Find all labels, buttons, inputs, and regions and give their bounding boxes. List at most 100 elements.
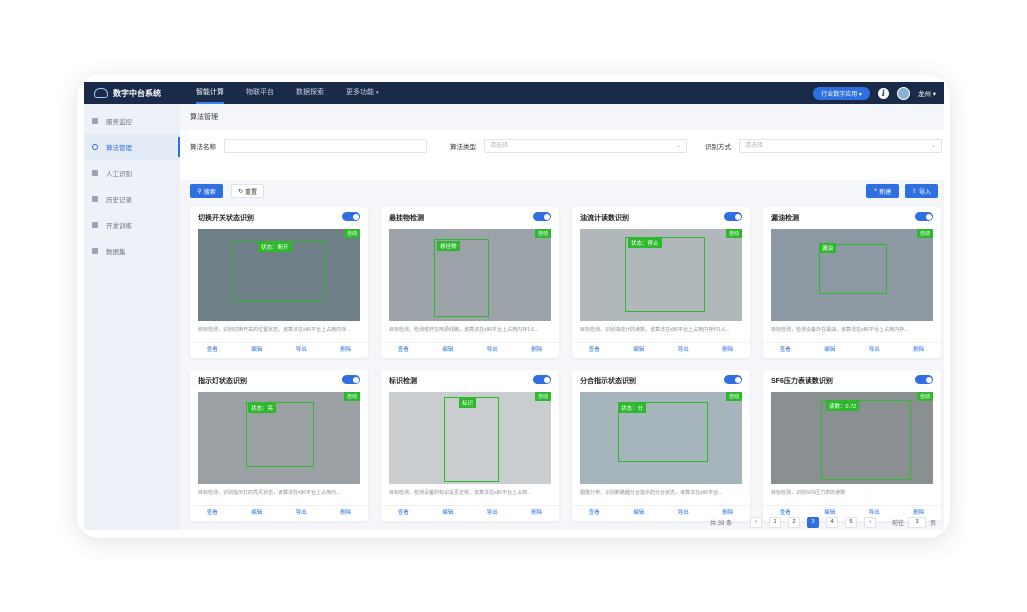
card-thumbnail[interactable]: 自动 标识 [389, 392, 551, 484]
pager-page-2[interactable]: 2 [788, 517, 800, 528]
enable-toggle[interactable] [724, 212, 742, 221]
algorithm-name-input[interactable] [224, 139, 427, 153]
export-button[interactable]: 导出 [661, 343, 706, 358]
sidebar-item-algorithm[interactable]: 算法管理 [84, 134, 180, 160]
card-description: 目标检测，检测塔杆在电源线路，该算法在x86平台上占用内存1.6... [389, 327, 539, 333]
reset-button[interactable]: ↻ 重置 [231, 184, 264, 198]
filter-panel: 算法名称 算法类型 请选择 ⌄ 识别方式 请选择 ⌄ [180, 130, 944, 180]
sidebar-item-training[interactable]: 开发训练 [84, 212, 180, 238]
detection-box [625, 237, 705, 312]
info-icon[interactable]: i [877, 87, 889, 99]
chevron-down-icon: ▾ [375, 90, 379, 96]
type-placeholder: 请选择 [490, 143, 509, 149]
pager-page-3[interactable]: 3 [807, 517, 819, 528]
chevron-down-icon: ⌄ [930, 143, 936, 149]
algorithm-type-select[interactable]: 请选择 ⌄ [484, 139, 687, 153]
enable-toggle[interactable] [342, 212, 360, 221]
delete-button[interactable]: 删除 [706, 343, 751, 358]
username[interactable]: 龙州 ▾ [918, 88, 936, 98]
delete-button[interactable]: 删除 [515, 343, 560, 358]
edit-button[interactable]: 编辑 [235, 343, 280, 358]
app-logo[interactable]: 数字中台系统 [84, 88, 196, 99]
breadcrumb: 算法管理 [190, 114, 218, 121]
nav-item-more[interactable]: 更多功能 ▾ [346, 82, 378, 104]
app-title: 数字中台系统 [113, 88, 161, 98]
search-icon: ⚲ [197, 188, 202, 195]
filter-type-row: 算法类型 请选择 ⌄ [450, 139, 687, 153]
sidebar-item-manual-recognition[interactable]: 人工识别 [84, 160, 180, 186]
card-thumbnail[interactable]: 自动 读数：0.72 [771, 392, 933, 484]
auto-badge: 自动 [534, 229, 551, 238]
card-thumbnail[interactable]: 自动 状态：分 [580, 392, 742, 484]
algorithm-card: 分合指示状态识别 自动 状态：分 图像分类，识别断路器分合指示的分合状态，该算法… [572, 370, 750, 521]
export-button[interactable]: 导出 [852, 343, 897, 358]
card-title: 标识检测 [389, 378, 417, 385]
username-label: 龙州 [917, 91, 931, 98]
top-nav-bar: 数字中台系统 智能计算 物联平台 数据探索 更多功能 ▾ 行业数字应用 ▾ i … [84, 82, 944, 104]
upload-icon: ⇧ [911, 188, 917, 195]
card-thumbnail[interactable]: 自动 状态：断开 [198, 229, 360, 321]
detection-box [444, 397, 499, 482]
card-title: 指示灯状态识别 [198, 378, 247, 385]
enable-toggle[interactable] [724, 375, 742, 384]
delete-button[interactable]: 删除 [324, 343, 369, 358]
avatar[interactable] [896, 86, 910, 100]
delete-button[interactable]: 删除 [897, 343, 942, 358]
nav-item-data-explore[interactable]: 数据探索 [296, 82, 324, 104]
plus-icon: + [873, 188, 878, 194]
industry-app-button[interactable]: 行业数字应用 ▾ [813, 86, 870, 100]
detection-label: 读数：0.72 [826, 401, 860, 411]
detection-label: 状态：亮 [248, 403, 277, 413]
algorithm-card: SF6压力表读数识别 自动 读数：0.72 目标检测，识别SF6压力表的读数 查… [763, 370, 941, 521]
enable-toggle[interactable] [915, 375, 933, 384]
algorithm-card: 悬挂物检测 自动 悬挂物 目标检测，检测塔杆在电源线路，该算法在x86平台上占用… [381, 207, 559, 358]
sidebar-item-label: 算法管理 [106, 145, 132, 152]
view-button[interactable]: 查看 [572, 343, 617, 358]
pager-goto-input[interactable]: 3 [908, 517, 926, 528]
sidebar-item-service-monitor[interactable]: 服务监控 [84, 108, 180, 134]
view-button[interactable]: 查看 [381, 343, 426, 358]
export-button[interactable]: 导出 [470, 343, 515, 358]
card-title: 悬挂物检测 [389, 215, 424, 222]
card-thumbnail[interactable]: 自动 状态：亮 [198, 392, 360, 484]
auto-badge: 自动 [343, 392, 360, 401]
view-button[interactable]: 查看 [190, 343, 235, 358]
enable-toggle[interactable] [342, 375, 360, 384]
card-thumbnail[interactable]: 自动 悬挂物 [389, 229, 551, 321]
auto-badge: 自动 [534, 392, 551, 401]
nav-item-smart-compute[interactable]: 智能计算 [196, 82, 224, 104]
sidebar-item-history[interactable]: 历史记录 [84, 186, 180, 212]
edit-button[interactable]: 编辑 [617, 343, 662, 358]
user-icon [92, 170, 98, 176]
nav-item-iot-platform[interactable]: 物联平台 [246, 82, 274, 104]
card-actions: 查看 编辑 导出 删除 [763, 342, 941, 358]
import-button[interactable]: ⇧ 导入 [905, 184, 938, 198]
home-icon [92, 118, 98, 124]
export-button[interactable]: 导出 [279, 343, 324, 358]
edit-button[interactable]: 编辑 [426, 343, 471, 358]
pager-page-5[interactable]: 5 [845, 517, 857, 528]
view-button[interactable]: 查看 [763, 343, 808, 358]
refresh-icon: ↻ [237, 188, 243, 195]
algorithm-card: 油流计读数识别 自动 状态：停止 目标检测，识别油流计的读数，该算法在x86平台… [572, 207, 750, 358]
enable-toggle[interactable] [533, 375, 551, 384]
new-button[interactable]: + 新建 [866, 184, 899, 198]
card-thumbnail[interactable]: 自动 漏油 [771, 229, 933, 321]
search-label: 搜索 [203, 189, 216, 196]
pager-page-suffix: 页 [930, 521, 937, 527]
card-thumbnail[interactable]: 自动 状态：停止 [580, 229, 742, 321]
pager-total: 共 39 条 [710, 521, 733, 527]
sidebar-item-dataset[interactable]: 数据集 [84, 238, 180, 264]
enable-toggle[interactable] [915, 212, 933, 221]
flag-icon [92, 222, 98, 228]
detection-label: 漏油 [819, 243, 837, 253]
search-button[interactable]: ⚲ 搜索 [190, 184, 223, 198]
pager-page-4[interactable]: 4 [826, 517, 838, 528]
recognition-mode-select[interactable]: 请选择 ⌄ [739, 139, 942, 153]
pager-next-button[interactable]: › [864, 517, 876, 528]
edit-button[interactable]: 编辑 [808, 343, 853, 358]
enable-toggle[interactable] [533, 212, 551, 221]
card-title: 漏油检测 [771, 215, 799, 222]
pager-page-1[interactable]: 1 [769, 517, 781, 528]
pager-prev-button[interactable]: ‹ [750, 517, 762, 528]
